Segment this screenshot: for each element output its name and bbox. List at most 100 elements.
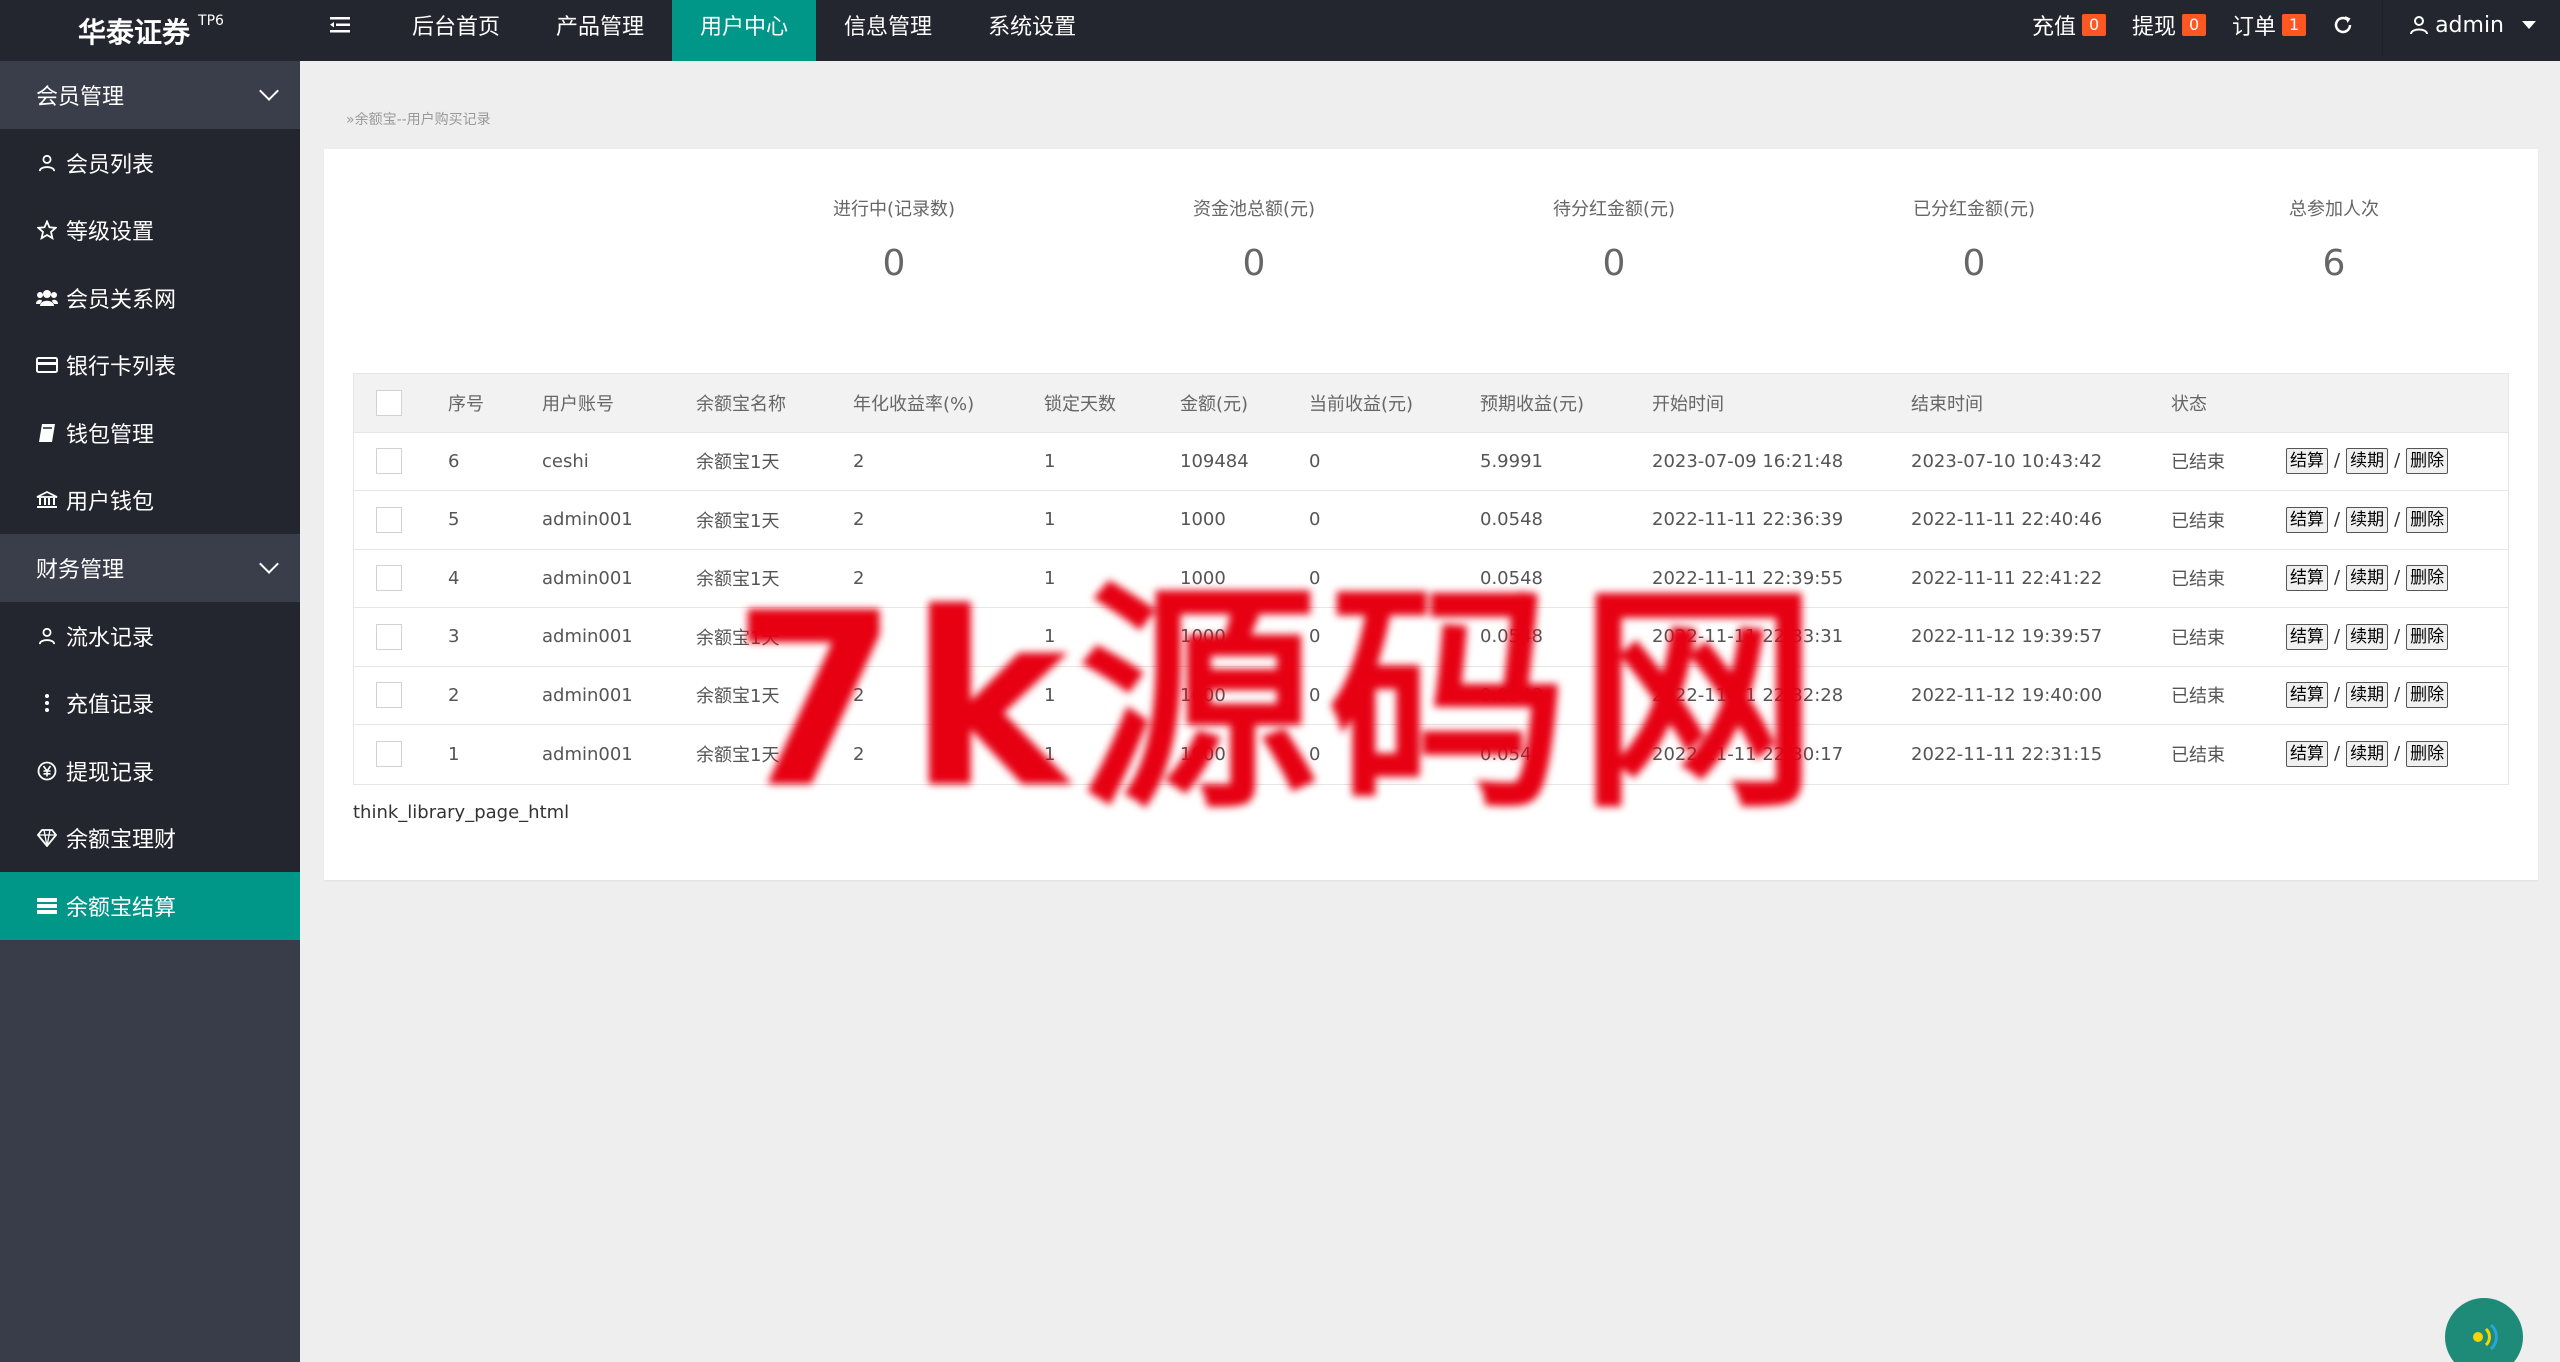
renew-button[interactable]: 续期 xyxy=(2346,448,2389,475)
sidebar-item-transactions[interactable]: 流水记录 xyxy=(0,602,300,670)
sidebar-item-withdraw-records[interactable]: 提现记录 xyxy=(0,737,300,805)
col-header: 状态 xyxy=(2171,393,2207,415)
sidebar-group-finance[interactable]: 财务管理 xyxy=(0,534,300,602)
sidebar-item-label: 提现记录 xyxy=(66,760,155,786)
menu-toggle-icon[interactable] xyxy=(328,0,354,50)
watermark: 7k源码网 xyxy=(731,560,1829,841)
stat-label: 进行中(记录数) xyxy=(832,199,956,220)
col-header: 年化收益率(%) xyxy=(853,393,975,415)
list-icon xyxy=(36,895,58,917)
nav-products[interactable]: 产品管理 xyxy=(528,0,672,50)
renew-button[interactable]: 续期 xyxy=(2346,506,2389,533)
recharge-link[interactable]: 充值 0 xyxy=(2032,9,2107,41)
sidebar-item-user-wallet[interactable]: 用户钱包 xyxy=(0,467,300,535)
cell-amount: 109484 xyxy=(1180,450,1249,472)
row-checkbox[interactable] xyxy=(376,682,402,709)
col-header: 序号 xyxy=(448,393,484,415)
withdraw-label: 提现 xyxy=(2132,15,2177,40)
delete-button[interactable]: 删除 xyxy=(2406,565,2449,592)
settle-button[interactable]: 结算 xyxy=(2286,448,2328,475)
sidebar-item-label: 用户钱包 xyxy=(66,490,155,516)
nav-info[interactable]: 信息管理 xyxy=(816,0,960,50)
delete-button[interactable]: 删除 xyxy=(2406,682,2449,709)
sidebar-item-recharge-records[interactable]: 充值记录 xyxy=(0,670,300,738)
stat-value: 6 xyxy=(2322,243,2346,284)
sidebar-item-level-settings[interactable]: 等级设置 xyxy=(0,197,300,265)
stat-pending-dividend: 待分红金额(元) 0 xyxy=(1474,149,1754,284)
cell-status: 已结束 xyxy=(2171,452,2225,474)
row-checkbox[interactable] xyxy=(376,565,402,592)
pagination: think_library_page_html xyxy=(353,802,570,823)
row-checkbox-cell xyxy=(354,682,448,709)
action-separator: / xyxy=(2334,508,2341,530)
refresh-icon[interactable] xyxy=(2332,14,2354,36)
row-checkbox-cell xyxy=(354,741,448,768)
delete-button[interactable]: 删除 xyxy=(2406,623,2449,650)
recharge-label: 充值 xyxy=(2032,15,2077,40)
user-menu[interactable]: admin xyxy=(2409,13,2536,38)
nav-settings[interactable]: 系统设置 xyxy=(960,0,1104,50)
sidebar-item-yeb-settlement[interactable]: 余额宝结算 xyxy=(0,872,300,940)
col-header: 开始时间 xyxy=(1652,393,1724,415)
settle-button[interactable]: 结算 xyxy=(2286,506,2328,533)
table-header: 序号 用户账号 余额宝名称 年化收益率(%) 锁定天数 金额(元) 当前收益(元… xyxy=(354,374,2508,433)
renew-button[interactable]: 续期 xyxy=(2346,565,2389,592)
yen-icon xyxy=(36,760,58,782)
action-separator: / xyxy=(2394,450,2401,472)
sidebar-group-label: 会员管理 xyxy=(36,85,125,110)
sidebar-item-label: 会员关系网 xyxy=(66,287,177,313)
settle-button[interactable]: 结算 xyxy=(2286,623,2328,650)
user-icon xyxy=(36,152,58,174)
breadcrumb-text: 余额宝--用户购买记录 xyxy=(354,112,491,128)
sidebar-item-member-list[interactable]: 会员列表 xyxy=(0,129,300,197)
sidebar-item-label: 银行卡列表 xyxy=(66,355,177,381)
header-divider xyxy=(2382,0,2384,56)
order-label: 订单 xyxy=(2232,15,2277,40)
logo[interactable]: 华泰证券 TP6 xyxy=(0,0,300,61)
delete-button[interactable]: 删除 xyxy=(2406,741,2449,768)
table-row: 6 ceshi 余额宝1天 2 1 109484 0 5.9991 2023-07-09 16:… xyxy=(354,433,2508,491)
nav-user-center[interactable]: 用户中心 xyxy=(672,0,817,61)
stat-value: 0 xyxy=(882,243,906,284)
cell-start: 2023-07-09 16:21:48 xyxy=(1652,450,1844,472)
cell-status: 已结束 xyxy=(2171,510,2225,532)
bank-icon xyxy=(36,489,58,511)
settle-button[interactable]: 结算 xyxy=(2286,565,2328,592)
row-checkbox[interactable] xyxy=(376,448,402,475)
settle-button[interactable]: 结算 xyxy=(2286,682,2328,709)
settle-button[interactable]: 结算 xyxy=(2286,741,2328,768)
sidebar-item-bank-cards[interactable]: 银行卡列表 xyxy=(0,332,300,400)
cell-status: 已结束 xyxy=(2171,569,2225,591)
breadcrumb: »余额宝--用户购买记录 xyxy=(346,109,491,129)
nav-home-label: 后台首页 xyxy=(412,15,501,40)
row-checkbox-cell xyxy=(354,565,448,592)
cell-id: 4 xyxy=(448,567,460,589)
delete-button[interactable]: 删除 xyxy=(2406,506,2449,533)
sidebar-group-members[interactable]: 会员管理 xyxy=(0,61,300,129)
star-icon xyxy=(36,219,58,241)
sidebar-group-label: 财务管理 xyxy=(36,558,125,583)
row-checkbox[interactable] xyxy=(376,741,402,768)
sidebar-item-yeb-finance[interactable]: 余额宝理财 xyxy=(0,805,300,873)
order-link[interactable]: 订单 1 xyxy=(2232,9,2307,41)
nav-home[interactable]: 后台首页 xyxy=(384,0,528,50)
renew-button[interactable]: 续期 xyxy=(2346,682,2389,709)
row-checkbox[interactable] xyxy=(376,506,402,533)
renew-button[interactable]: 续期 xyxy=(2346,741,2389,768)
top-nav: 后台首页 产品管理 用户中心 信息管理 系统设置 xyxy=(384,0,1104,61)
withdraw-link[interactable]: 提现 0 xyxy=(2132,9,2207,41)
renew-button[interactable]: 续期 xyxy=(2346,623,2389,650)
row-checkbox[interactable] xyxy=(376,623,402,650)
sidebar-item-label: 余额宝理财 xyxy=(66,828,177,854)
cell-end: 2022-11-12 19:40:00 xyxy=(1911,684,2103,706)
sidebar-item-wallet-management[interactable]: 钱包管理 xyxy=(0,399,300,467)
action-separator: / xyxy=(2334,625,2341,647)
cell-end: 2022-11-12 19:39:57 xyxy=(1911,626,2103,648)
select-all-checkbox[interactable] xyxy=(376,389,402,416)
col-header: 当前收益(元) xyxy=(1309,393,1414,415)
sidebar-item-member-network[interactable]: 会员关系网 xyxy=(0,264,300,332)
dots-vertical-icon xyxy=(36,692,58,714)
delete-button[interactable]: 删除 xyxy=(2406,448,2449,475)
cell-status: 已结束 xyxy=(2171,745,2225,767)
nav-info-label: 信息管理 xyxy=(844,15,933,40)
